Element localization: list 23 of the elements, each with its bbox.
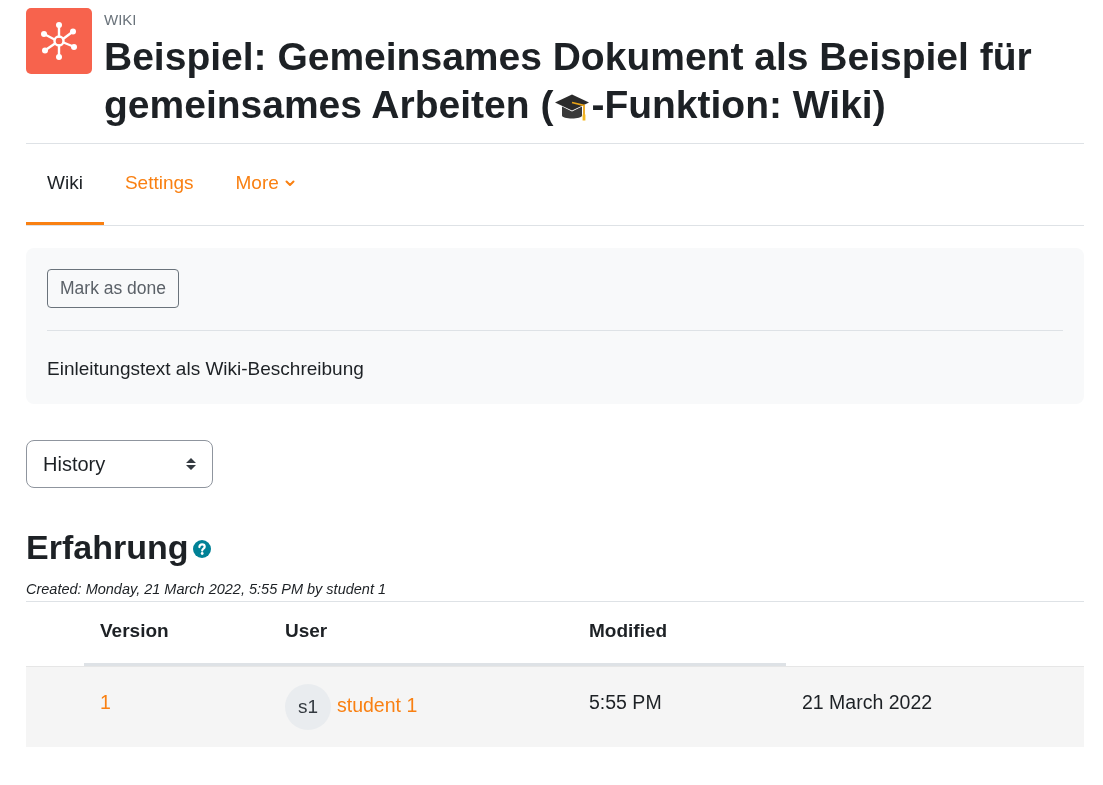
- mark-as-done-button[interactable]: Mark as done: [47, 269, 180, 308]
- history-select[interactable]: History: [26, 440, 213, 488]
- help-icon[interactable]: [193, 540, 212, 558]
- user-avatar: s1: [285, 684, 331, 730]
- page-title: Beispiel: Gemeinsames Dokument als Beispiel für: [104, 34, 1032, 80]
- nav-tab[interactable]: Settings: [103, 144, 215, 225]
- column-header: Version: [100, 619, 169, 643]
- network-icon: [26, 8, 92, 74]
- user-link[interactable]: student 1: [337, 692, 418, 719]
- table-cell: 5:55 PM: [589, 691, 662, 713]
- nav-tab[interactable]: More: [214, 144, 316, 225]
- column-header: Modified: [589, 619, 668, 643]
- page-title: -Funktion: Wiki): [591, 83, 886, 126]
- nav-tab[interactable]: Wiki: [26, 144, 104, 225]
- section-heading: Erfahrung: [26, 527, 189, 567]
- wiki-description: Einleitungstext als Wiki-Beschreibung: [47, 357, 364, 381]
- activity-type-label: WIKI: [104, 11, 137, 29]
- created-info: Created: Monday, 21 March 2022, 5:55 PM by student 1: [26, 580, 387, 598]
- page-title: gemeinsames Arbeiten (: [104, 83, 554, 126]
- select-arrows-icon: [185, 457, 197, 471]
- column-header: User: [285, 619, 328, 643]
- table-cell: 21 March 2022: [802, 691, 933, 713]
- version-link[interactable]: 1: [100, 691, 111, 713]
